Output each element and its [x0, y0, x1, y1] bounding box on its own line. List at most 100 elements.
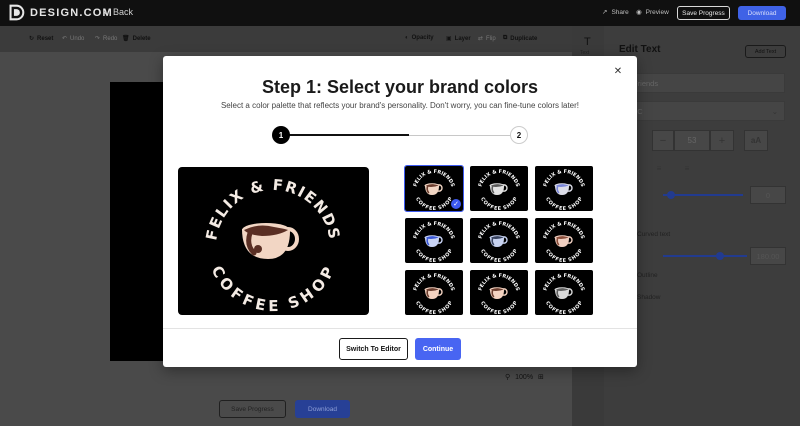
switch-to-editor-button[interactable]: Switch To Editor [339, 338, 408, 360]
palette-line2-text: COFFEE SHOP [479, 248, 520, 263]
opacity-label: Opacity [411, 35, 434, 41]
step-2-indicator: 2 [510, 126, 528, 144]
palette-option-3[interactable]: FELIX & FRIENDS COFFEE SHOP [535, 166, 593, 211]
reset-button[interactable]: ↻ Reset [29, 35, 54, 43]
size-input[interactable]: 53 [674, 130, 710, 151]
size-decrease-button[interactable]: − [652, 130, 674, 151]
coffee-cup-icon [424, 183, 443, 195]
palette-logo-graphic: FELIX & FRIENDSCOFFEE SHOP [543, 221, 586, 263]
palette-option-9[interactable]: FELIX & FRIENDS COFFEE SHOP [535, 270, 593, 315]
reset-label: Reset [37, 35, 54, 42]
text-tool-icon[interactable]: T [584, 36, 591, 48]
logo-text: DESIGN.COM [30, 6, 113, 19]
text-case-button[interactable]: aA [744, 130, 768, 151]
palette-logo-graphic: FELIX & FRIENDSCOFFEE SHOP [478, 273, 521, 315]
shadow-label: Shadow [637, 294, 661, 301]
curve-slider[interactable] [663, 255, 747, 257]
zoom-in-icon[interactable]: ⊞ [538, 373, 544, 381]
redo-button[interactable]: ↷ Redo [95, 35, 118, 43]
font-select[interactable]: o BC ⌄ [619, 101, 785, 121]
letter-spacing-slider[interactable] [663, 194, 743, 196]
eye-icon: ◉ [636, 9, 642, 16]
download-bottom-button[interactable]: Download [295, 400, 350, 418]
zoom-value: 100% [515, 373, 534, 381]
preview-line2-text: COFFEE SHOP [207, 263, 338, 315]
save-progress-bottom-button[interactable]: Save Progress [219, 400, 286, 418]
layer-label: Layer [454, 35, 471, 42]
align-center-icon[interactable]: ≡ [648, 158, 670, 178]
redo-icon: ↷ [95, 36, 101, 42]
palette-logo-graphic: FELIX & FRIENDSCOFFEE SHOP [413, 221, 456, 263]
logo[interactable]: DESIGN.COM [8, 4, 113, 21]
palette-option-1[interactable]: FELIX & FRIENDS COFFEE SHOP ✓ [404, 165, 464, 212]
flip-label: Flip [486, 35, 496, 42]
letter-spacing-slider-knob[interactable] [667, 191, 675, 199]
progress-stepper: 1 2 [272, 126, 528, 144]
letter-spacing-input[interactable]: 0 [750, 186, 786, 204]
outline-label: Outline [637, 272, 658, 279]
save-progress-button[interactable]: Save Progress [677, 6, 730, 20]
curve-input[interactable]: 180.00 [750, 247, 786, 265]
duplicate-label: Duplicate [510, 35, 538, 42]
size-increase-button[interactable]: + [710, 130, 734, 151]
palette-option-7[interactable]: FELIX & FRIENDS COFFEE SHOP [405, 270, 463, 315]
palette-line2-text: COFFEE SHOP [544, 300, 585, 315]
modal-divider [163, 328, 637, 329]
coffee-cup-icon [242, 223, 299, 259]
palette-option-2[interactable]: FELIX & FRIENDS COFFEE SHOP [470, 166, 528, 211]
modal-subtitle: Select a color palette that reflects you… [220, 101, 580, 110]
palette-logo-graphic: FELIX & FRIENDSCOFFEE SHOP [478, 221, 521, 263]
palette-option-8[interactable]: FELIX & FRIENDS COFFEE SHOP [470, 270, 528, 315]
coffee-cup-icon [554, 235, 573, 247]
curved-text-label: Curved text [637, 231, 671, 238]
coffee-cup-icon [489, 183, 508, 195]
share-label: Share [611, 8, 629, 16]
logo-preview-graphic: FELIX & FRIENDS COFFEE SHOP [202, 176, 342, 315]
opacity-button[interactable]: ◐ Opacity [405, 35, 434, 41]
back-link[interactable]: ‹ Back [104, 7, 133, 17]
preview-link[interactable]: ◉ Preview [636, 8, 669, 17]
coffee-cup-icon [489, 235, 508, 247]
layer-button[interactable]: ▣ Layer [446, 35, 471, 43]
stepper-progress-line [281, 134, 409, 136]
preview-label: Preview [645, 8, 669, 16]
design-logo-icon [9, 4, 25, 21]
coffee-cup-icon [489, 287, 508, 299]
palette-option-5[interactable]: FELIX & FRIENDS COFFEE SHOP [470, 218, 528, 263]
delete-label: Delete [132, 35, 151, 42]
check-icon: ✓ [451, 199, 461, 209]
align-right-icon[interactable]: ≡ [676, 158, 698, 178]
text-input[interactable]: & Friends [619, 73, 785, 93]
undo-icon: ↶ [62, 36, 68, 42]
brand-colors-modal: ✕ Step 1: Select your brand colors Selec… [163, 56, 637, 367]
download-button[interactable]: Download [738, 6, 786, 20]
redo-label: Redo [103, 35, 118, 42]
panel-title: Edit Text [619, 44, 661, 55]
palette-logo-graphic: FELIX & FRIENDSCOFFEE SHOP [478, 169, 521, 211]
duplicate-icon: ⧉ [503, 35, 508, 41]
share-link[interactable]: ↗ Share [602, 8, 629, 17]
delete-button[interactable]: 🗑 Delete [122, 35, 151, 43]
continue-button[interactable]: Continue [415, 338, 461, 360]
flip-button[interactable]: ⇄ Flip [478, 35, 496, 43]
duplicate-button[interactable]: ⧉ Duplicate [503, 35, 537, 42]
palette-line2-text: COFFEE SHOP [544, 196, 585, 211]
palette-line2-text: COFFEE SHOP [414, 196, 455, 211]
palette-logo-graphic: FELIX & FRIENDSCOFFEE SHOP [543, 273, 586, 315]
add-text-button[interactable]: Add Text [745, 45, 786, 58]
chevron-down-icon: ⌄ [771, 106, 778, 116]
palette-logo-graphic: FELIX & FRIENDSCOFFEE SHOP [543, 169, 586, 211]
back-label: Back [113, 7, 134, 17]
palette-logo-graphic: FELIX & FRIENDSCOFFEE SHOP [413, 273, 456, 315]
close-icon[interactable]: ✕ [612, 65, 624, 77]
palette-option-4[interactable]: FELIX & FRIENDS COFFEE SHOP [405, 218, 463, 263]
palette-line2-text: COFFEE SHOP [414, 300, 455, 315]
undo-button[interactable]: ↶ Undo [62, 35, 84, 43]
logo-preview: FELIX & FRIENDS COFFEE SHOP [178, 167, 369, 315]
share-icon: ↗ [602, 9, 608, 16]
coffee-cup-icon [554, 183, 573, 195]
opacity-icon: ◐ [405, 35, 409, 41]
palette-option-6[interactable]: FELIX & FRIENDS COFFEE SHOP [535, 218, 593, 263]
design-canvas[interactable] [110, 82, 164, 361]
zoom-out-icon[interactable]: ⚲ [505, 373, 510, 381]
